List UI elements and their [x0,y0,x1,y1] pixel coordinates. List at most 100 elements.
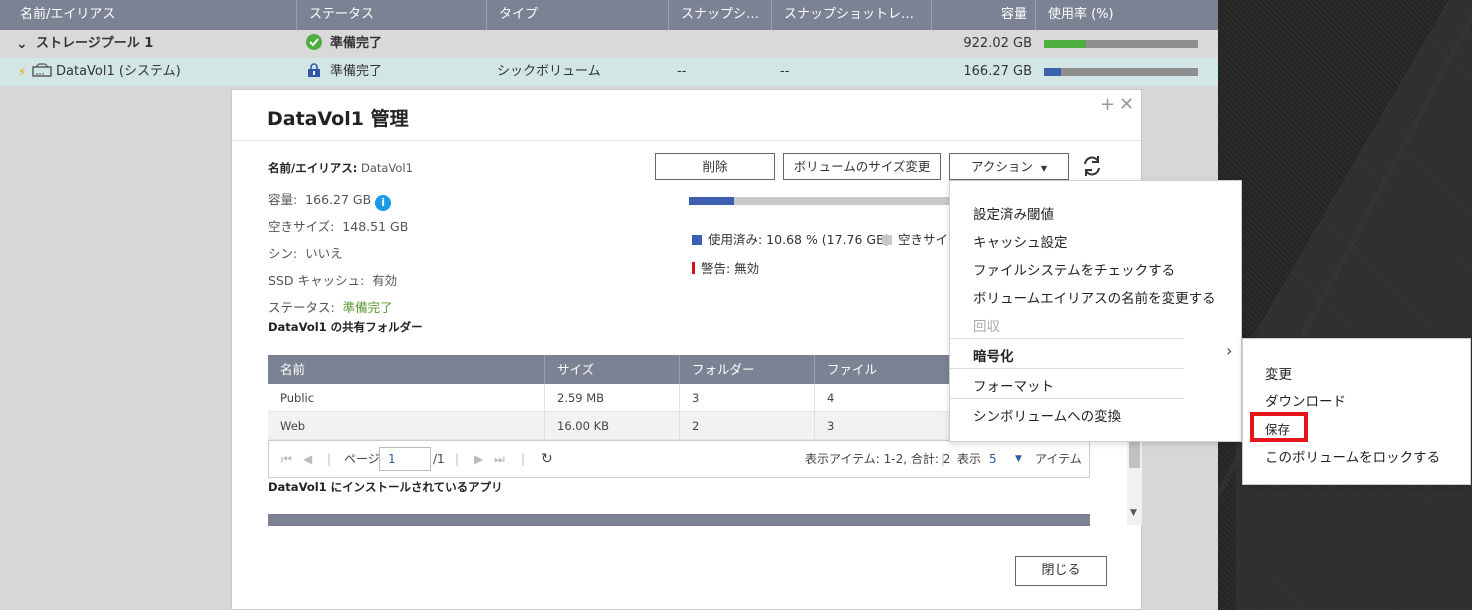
drive-icon [32,58,52,86]
show-label: 表示 [957,452,982,466]
delete-button[interactable]: 削除 [655,153,775,180]
pagination-bar: ⏮ ◀ | ページ 1 /1 | ▶ ⏭ | ↻ 表示アイテム: 1-2, 合計… [268,440,1090,478]
volume-snapshot: -- [677,64,687,79]
col-usage[interactable]: 使用率 (%) [1036,0,1218,30]
folder-size: 16.00 KB [545,412,680,440]
used-legend-text: 使用済み: 10.68 % (17.76 GB) [708,232,890,247]
col-capacity[interactable]: 容量 [932,0,1036,30]
col-name[interactable]: 名前/エイリアス [0,0,297,30]
submenu-item-lock[interactable]: このボリュームをロックする [1265,446,1440,466]
used-legend: 使用済み: 10.68 % (17.76 GB) [692,229,890,248]
last-page-icon[interactable]: ⏭ [494,441,505,477]
col-snapshot[interactable]: スナップシ… [669,0,772,30]
next-page-icon[interactable]: ▶ [474,441,483,477]
menu-divider [950,368,1184,369]
action-label: アクション [971,159,1033,174]
resize-volume-button[interactable]: ボリュームのサイズ変更 [783,153,941,180]
thin-value: いいえ [305,246,343,261]
volume-row[interactable]: ⚡ DataVol1 (システム) 準備完了 シックボリューム -- -- 16… [0,58,1218,86]
lightning-icon: ⚡ [18,65,27,79]
menu-item-reclaim: 回収 [973,319,1000,335]
menu-item-rename[interactable]: ボリュームエイリアスの名前を変更する [973,287,1216,307]
used-portion [689,197,734,205]
close-button[interactable]: 閉じる [1015,556,1107,586]
dialog-title: DataVol1 管理 [267,108,409,130]
pager-divider: | [327,452,332,466]
ssd-value: 有効 [372,273,398,288]
refresh-list-icon[interactable]: ↻ [541,441,553,477]
status-ok-icon [306,30,322,58]
ssd-label: SSD キャッシュ: [268,273,365,288]
status-value: 準備完了 [342,300,393,315]
name-label: 名前/エイリアス: [268,161,358,175]
free-label: 空きサイズ: [268,219,335,234]
refresh-icon[interactable] [1081,154,1103,182]
scroll-down-icon[interactable]: ▼ [1130,508,1137,518]
encryption-submenu: 変更 ダウンロード 保存 このボリュームをロックする [1242,338,1471,485]
first-page-icon[interactable]: ⏮ [281,441,292,477]
col-snapshot-replica[interactable]: スナップショットレ… [772,0,932,30]
capacity-info: 容量: 166.27 GB i [268,189,392,211]
menu-item-check-fs[interactable]: ファイルシステムをチェックする [973,259,1175,279]
used-swatch [692,235,702,245]
submenu-item-change[interactable]: 変更 [1265,363,1292,383]
folder-folders: 3 [680,384,815,412]
capacity-label: 容量: [268,192,298,207]
installed-apps-title: DataVol1 にインストールされているアプリ [268,480,503,494]
items-summary: 表示アイテム: 1-2, 合計: 2 [805,452,951,466]
menu-item-format[interactable]: フォーマット [973,375,1054,395]
col-type[interactable]: タイプ [487,0,669,30]
info-icon[interactable]: i [375,195,392,211]
ssd-info: SSD キャッシュ: 有効 [268,270,397,289]
pager-divider: | [521,452,526,466]
volume-snapshot-replica: -- [780,64,790,79]
storage-pool-row[interactable]: ⌄ ストレージプール 1 準備完了 922.02 GB [0,30,1218,58]
caret-down-icon[interactable]: ▼ [1015,441,1022,477]
apps-table-header [268,514,1090,526]
free-value: 148.51 GB [342,219,409,234]
free-info: 空きサイズ: 148.51 GB [268,216,408,235]
submenu-item-download[interactable]: ダウンロード [1265,390,1346,410]
status-info: ステータス: 準備完了 [268,297,393,316]
caret-down-icon: ▼ [1040,164,1047,173]
volume-status: 準備完了 [330,64,383,79]
plus-icon[interactable]: + [1100,94,1115,115]
folder-size: 2.59 MB [545,384,680,412]
name-value: DataVol1 [360,161,413,175]
pager-divider: | [455,452,460,466]
warning-legend: 警告: 無効 [692,258,759,277]
capacity-value: 166.27 GB [305,192,372,207]
chevron-down-icon[interactable]: ⌄ [16,30,28,58]
page-total: /1 [433,452,445,466]
folder-name: Public [268,384,545,412]
volume-name: DataVol1 (システム) [56,64,181,79]
menu-item-encryption[interactable]: 暗号化 [973,345,1014,365]
pool-name: ストレージプール 1 [36,36,154,51]
col-folder-count[interactable]: フォルダー [680,355,815,384]
pager-divider: | [941,452,946,466]
menu-item-threshold[interactable]: 設定済み閾値 [973,203,1054,223]
page-label: ページ [344,452,380,466]
shared-folder-title: DataVol1 の共有フォルダー [268,320,423,334]
highlight-box [1250,412,1308,442]
folder-folders: 2 [680,412,815,440]
pool-usage-bar [1044,40,1198,48]
prev-page-icon[interactable]: ◀ [303,441,312,477]
col-status[interactable]: ステータス [297,0,487,30]
warning-swatch [692,262,695,274]
menu-divider [950,398,1184,399]
menu-item-cache[interactable]: キャッシュ設定 [973,231,1068,251]
action-button[interactable]: アクション ▼ [949,153,1069,180]
close-icon[interactable]: ✕ [1119,94,1134,115]
volume-usage-bar [1044,68,1198,76]
volume-usage-bar-detail [689,197,957,205]
pool-status: 準備完了 [330,36,383,51]
menu-divider [950,338,1184,339]
col-folder-size[interactable]: サイズ [545,355,680,384]
menu-item-convert-thin[interactable]: シンボリュームへの変換 [973,405,1121,425]
status-label: ステータス: [268,300,335,315]
col-folder-name[interactable]: 名前 [268,355,545,384]
per-page-select[interactable]: 5 [989,441,997,477]
scrollbar-thumb[interactable] [1129,442,1140,468]
page-number-input[interactable]: 1 [379,447,431,471]
